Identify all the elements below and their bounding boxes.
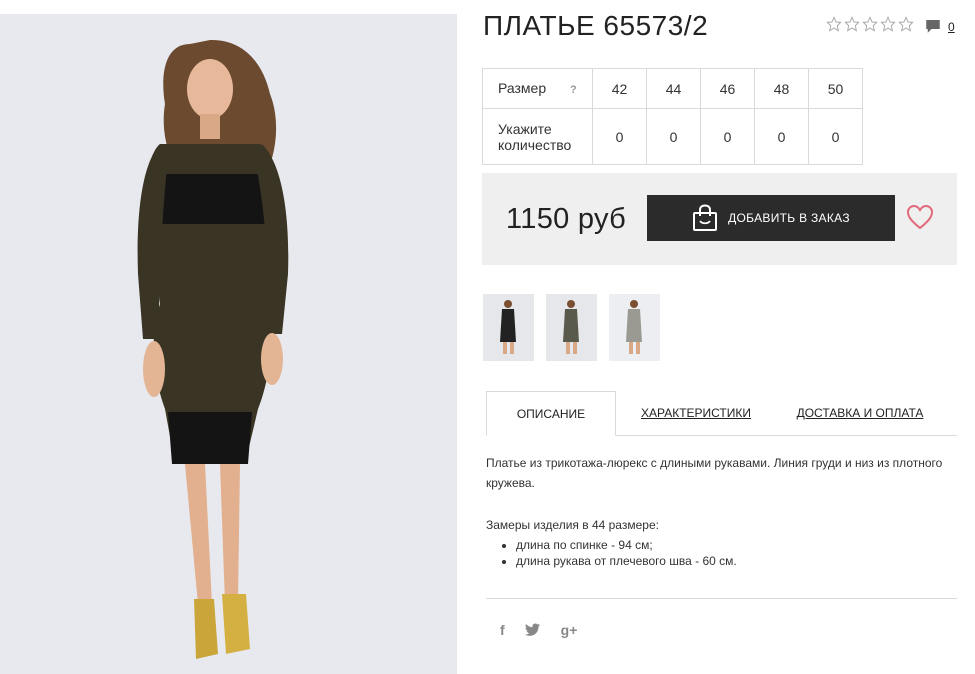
quantity-label: Укажите количество <box>482 108 593 165</box>
star-icon[interactable] <box>826 16 842 32</box>
social-share: f g+ <box>500 622 577 638</box>
star-icon[interactable] <box>862 16 878 32</box>
list-item: длина рукава от плечевого шва - 60 см. <box>516 553 956 569</box>
thumbnail-gallery <box>483 294 660 361</box>
size-label-cell: Размер ? <box>482 68 593 109</box>
star-icon[interactable] <box>898 16 914 32</box>
size-44: 44 <box>646 68 701 109</box>
purchase-panel: 1150 руб ДОБАВИТЬ В ЗАКАЗ <box>482 173 957 265</box>
favorite-heart-icon[interactable] <box>906 204 934 230</box>
thumbnail-2[interactable] <box>546 294 597 361</box>
tab-delivery[interactable]: ДОСТАВКА И ОПЛАТА <box>794 391 926 436</box>
rating-stars[interactable] <box>826 16 914 32</box>
product-photo[interactable] <box>0 14 457 674</box>
quantity-input-46[interactable]: 0 <box>700 108 755 165</box>
shopping-bag-icon <box>693 204 718 231</box>
size-label: Размер <box>498 79 547 96</box>
facebook-icon[interactable]: f <box>500 622 505 638</box>
size-46: 46 <box>700 68 755 109</box>
size-table: Размер ? 42 44 46 48 50 Укажите количест… <box>482 68 863 165</box>
quantity-input-42[interactable]: 0 <box>592 108 647 165</box>
star-icon[interactable] <box>844 16 860 32</box>
description-content: Платье из трикотажа-люрекс с длиными рук… <box>486 453 956 569</box>
tab-description[interactable]: ОПИСАНИЕ <box>486 391 616 436</box>
add-to-order-label: ДОБАВИТЬ В ЗАКАЗ <box>728 211 850 225</box>
twitter-icon[interactable] <box>524 623 541 637</box>
quantity-input-44[interactable]: 0 <box>646 108 701 165</box>
google-plus-icon[interactable]: g+ <box>561 622 578 638</box>
tab-characteristics[interactable]: ХАРАКТЕРИСТИКИ <box>634 391 758 436</box>
add-to-order-button[interactable]: ДОБАВИТЬ В ЗАКАЗ <box>647 195 895 241</box>
description-text: Платье из трикотажа-люрекс с длиными рук… <box>486 456 943 490</box>
product-tabs: ОПИСАНИЕ ХАРАКТЕРИСТИКИ ДОСТАВКА И ОПЛАТ… <box>486 391 957 436</box>
comments-count[interactable]: 0 <box>948 20 955 34</box>
measurements-title: Замеры изделия в 44 размере: <box>486 518 659 532</box>
size-50: 50 <box>808 68 863 109</box>
comment-icon <box>926 20 940 33</box>
thumbnail-1[interactable] <box>483 294 534 361</box>
size-help-icon[interactable]: ? <box>570 82 577 98</box>
size-42: 42 <box>592 68 647 109</box>
quantity-input-50[interactable]: 0 <box>808 108 863 165</box>
price: 1150 руб <box>506 203 627 235</box>
thumbnail-3[interactable] <box>609 294 660 361</box>
divider <box>486 598 957 599</box>
size-48: 48 <box>754 68 809 109</box>
list-item: длина по спинке - 94 см; <box>516 537 956 553</box>
quantity-input-48[interactable]: 0 <box>754 108 809 165</box>
measurements-list: длина по спинке - 94 см; длина рукава от… <box>486 537 956 569</box>
product-title: ПЛАТЬЕ 65573/2 <box>483 10 709 41</box>
star-icon[interactable] <box>880 16 896 32</box>
comments-link[interactable]: 0 <box>924 17 955 35</box>
